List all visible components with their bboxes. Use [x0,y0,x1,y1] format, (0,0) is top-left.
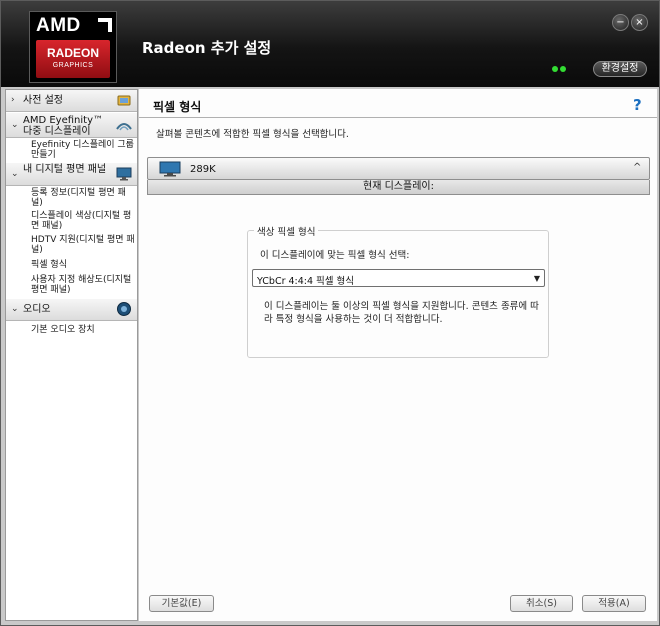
pixel-format-note: 이 디스플레이는 둘 이상의 픽셀 형식을 지원합니다. 콘텐츠 종류에 따라 … [264,301,539,325]
dropdown-arrow-icon: ▼ [533,274,540,283]
sidebar-section-label: 사전 설정 [23,95,63,106]
group-title: 색상 픽셀 형식 [254,224,319,238]
amd-arrow-icon [98,18,112,32]
logo-product: RADEON [46,46,99,60]
title-bar: AMD RADEON GRAPHICS Radeon 추가 설정 − × 환경설… [1,1,659,87]
close-button[interactable]: × [631,14,648,31]
pixel-format-dropdown[interactable]: YCbCr 4:4:4 픽셀 형식 ▼ [252,269,545,287]
sidebar: › 사전 설정 ⌄ AMD Eyefinity™ 다중 디스플레이 Eyefin… [5,89,138,621]
sidebar-item-default-audio[interactable]: 기본 오디오 장치 [31,325,135,335]
logo-badge: RADEON GRAPHICS [36,40,110,78]
sidebar-section-label: AMD Eyefinity™ 다중 디스플레이 [23,115,103,137]
minimize-button[interactable]: − [612,14,629,31]
monitor-icon [116,167,132,181]
sidebar-section-digital-panel[interactable]: ⌄ 내 디지털 평면 패널 [6,163,137,186]
divider [139,117,657,118]
color-pixel-format-group: 색상 픽셀 형식 이 디스플레이에 맞는 픽셀 형식 선택: YCbCr 4:4… [247,224,549,358]
display-selector[interactable]: 289K ^ [147,157,650,180]
sidebar-item-eyefinity-group[interactable]: Eyefinity 디스플레이 그룹 만들기 [31,140,135,160]
chevron-up-icon[interactable]: ^ [633,162,641,173]
chevron-down-icon: ⌄ [11,304,19,314]
main-panel: 픽셀 형식 ? 살펴볼 콘텐츠에 적합한 픽셀 형식을 선택합니다. 289K … [139,89,657,621]
sidebar-item-hdtv-support[interactable]: HDTV 지원(디지털 평면 패널) [31,235,135,255]
current-display-label: 현재 디스플레이: [147,180,650,195]
apply-button[interactable]: 적용(A) [582,595,646,612]
green-dots-icon [552,66,566,72]
chevron-down-icon: ⌄ [11,120,19,130]
sidebar-item-custom-resolution[interactable]: 사용자 지정 해상도(디지털 평면 패널) [31,275,135,295]
sidebar-section-audio[interactable]: ⌄ 오디오 [6,299,137,321]
sidebar-item-properties[interactable]: 등록 정보(디지털 평면 패널) [31,188,135,208]
eyefinity-icon [116,123,132,131]
sidebar-item-pixel-format[interactable]: 픽셀 형식 [31,260,135,270]
page-title: 픽셀 형식 [153,100,202,114]
pixel-format-select-label: 이 디스플레이에 맞는 픽셀 형식 선택: [260,250,410,261]
help-icon[interactable]: ? [633,96,642,114]
chevron-right-icon: › [11,95,15,105]
amd-radeon-logo: AMD RADEON GRAPHICS [29,11,117,83]
defaults-button[interactable]: 기본값(E) [149,595,214,612]
page-description: 살펴볼 콘텐츠에 적합한 픽셀 형식을 선택합니다. [156,129,349,140]
selected-pixel-format: YCbCr 4:4:4 픽셀 형식 [257,276,355,287]
app-title: Radeon 추가 설정 [142,39,272,57]
display-name: 289K [190,164,216,175]
speaker-icon [117,302,131,316]
monitor-icon [159,161,181,177]
sidebar-item-display-color[interactable]: 디스플레이 색상(디지털 평면 패널) [31,211,135,231]
cancel-button[interactable]: 취소(S) [510,595,573,612]
sidebar-section-label: 내 디지털 평면 패널 [23,164,107,175]
logo-sub: GRAPHICS [52,62,94,69]
sidebar-section-label: 오디오 [23,304,51,315]
app-window: AMD RADEON GRAPHICS Radeon 추가 설정 − × 환경설… [0,0,660,626]
sidebar-section-eyefinity[interactable]: ⌄ AMD Eyefinity™ 다중 디스플레이 [6,113,137,138]
presets-icon [117,95,131,106]
chevron-down-icon: ⌄ [11,169,19,179]
preferences-button[interactable]: 환경설정 [593,61,647,77]
sidebar-section-presets[interactable]: › 사전 설정 [6,90,137,112]
logo-brand: AMD [36,15,81,36]
